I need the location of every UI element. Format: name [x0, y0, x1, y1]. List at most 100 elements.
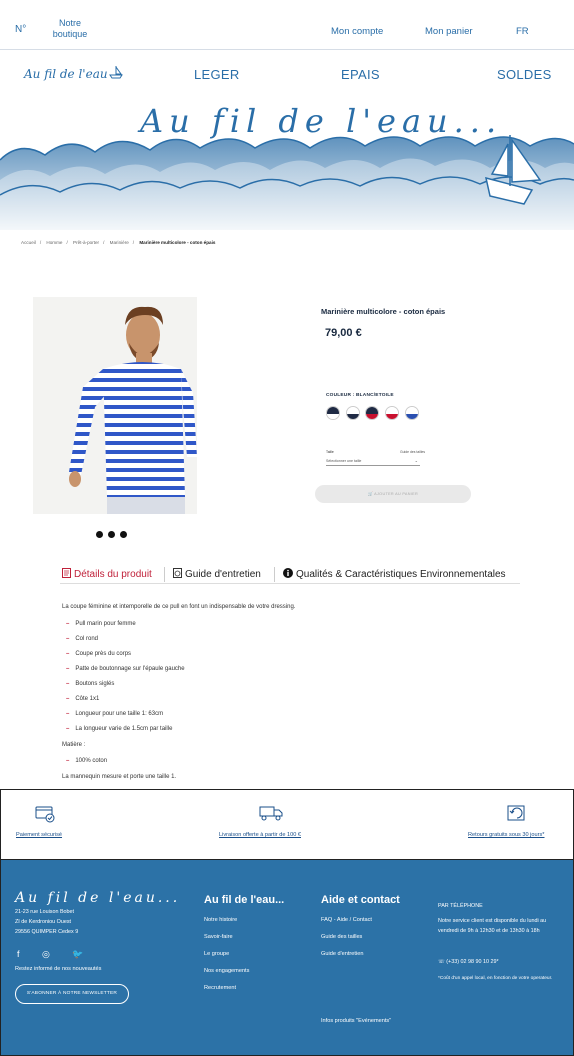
color-swatch[interactable] [326, 406, 340, 420]
size-label: Taille [326, 450, 334, 454]
swatch-bottom [406, 414, 418, 419]
description-bullet: Coupe près du corps [66, 651, 131, 657]
info-icon [283, 568, 293, 581]
product-title: Marinière multicolore - coton épais [321, 307, 446, 316]
boat-icon [109, 66, 123, 79]
color-swatch[interactable] [405, 406, 419, 420]
carousel-dot[interactable] [108, 531, 115, 538]
material-value: 100% coton [66, 758, 107, 764]
waves-illustration [0, 135, 574, 230]
tab-environment[interactable]: Qualités & Caractéristiques Environnemen… [283, 568, 506, 581]
secure-payment-icon [35, 805, 55, 828]
breadcrumb-pret-a-porter[interactable]: Prêt-à-porter [73, 240, 99, 245]
swatch-bottom [386, 414, 398, 419]
footer-link[interactable]: Nos engagements [204, 968, 249, 974]
product-tabs: Détails du produit Guide d'entretien Qua… [60, 566, 520, 584]
breadcrumb-mariniere[interactable]: Marinière [110, 240, 129, 245]
cart-link[interactable]: Mon panier [425, 26, 473, 37]
tab-details[interactable]: Détails du produit [62, 568, 152, 581]
breadcrumb-home[interactable]: Accueil [21, 240, 36, 245]
account-link[interactable]: Mon compte [331, 26, 383, 37]
footer-link[interactable]: Guide des tailles [321, 934, 362, 940]
address-line: ZI de Kerdroniou Ouest [15, 919, 72, 925]
document-icon [62, 568, 71, 581]
store-link[interactable]: Notre boutique [50, 18, 90, 40]
phone-icon: ☏ [438, 959, 447, 965]
phone-number-row[interactable]: ☏ (+33) 02 98 90 10 29* [438, 958, 499, 968]
image-carousel-dots [96, 525, 132, 543]
description-bullet: Longueur pour une taille 1: 63cm [66, 711, 163, 717]
footer-link[interactable]: Notre histoire [204, 917, 237, 923]
footer-link[interactable]: Infos produits "Evénements" [321, 1018, 391, 1024]
footer-link[interactable]: Savoir-faire [204, 934, 233, 940]
footer-link[interactable]: Le groupe [204, 951, 229, 957]
nav-item-epais[interactable]: EPAIS [341, 67, 380, 82]
instagram-icon[interactable]: ◎ [42, 949, 50, 959]
description-bullet: Col rond [66, 636, 98, 642]
tab-divider [164, 567, 165, 582]
nav-item-leger[interactable]: LEGER [194, 67, 240, 82]
color-swatch[interactable] [346, 406, 360, 420]
hero-banner: Au fil de l'eau... [0, 100, 574, 230]
color-label: COULEUR : BLANC/ETOILE [326, 393, 394, 398]
service-strip: Paiement sécurisé Livraison offerte à pa… [0, 789, 574, 860]
brand-logo[interactable]: Au fil de l'eau [24, 66, 123, 81]
brand-logo-text: Au fil de l'eau [24, 67, 108, 81]
add-to-cart-button[interactable]: 🛒 AJOUTER AU PANIER [315, 485, 471, 503]
social-links: f ◎ 🐦 [17, 949, 104, 960]
twitter-icon[interactable]: 🐦 [72, 949, 83, 959]
breadcrumb-current: Marinière multicolore - coton épais [139, 240, 216, 245]
main-nav: Au fil de l'eau LEGER EPAIS SOLDES [0, 51, 574, 96]
store-number: N° [15, 24, 27, 35]
swatch-top [366, 407, 378, 414]
secure-payment-link[interactable]: Paiement sécurisé [16, 832, 62, 838]
footer-address: 21-23 rue Louison Bobet ZI de Kerdroniou… [15, 907, 78, 937]
add-to-cart-label: AJOUTER AU PANIER [374, 492, 419, 496]
swatch-bottom [327, 414, 339, 419]
carousel-dot[interactable] [96, 531, 103, 538]
footer-logo[interactable]: Au fil de l'eau... [15, 890, 180, 906]
color-swatch[interactable] [365, 406, 379, 420]
product-image[interactable] [33, 297, 197, 514]
description-bullet: Patte de boutonnage sur l'épaule gauche [66, 666, 184, 672]
description-bullet: Côte 1x1 [66, 696, 99, 702]
tab-details-label: Détails du produit [74, 569, 152, 580]
swatch-top [386, 407, 398, 414]
top-bar: N° Notre boutique Mon compte Mon panier … [0, 0, 574, 50]
language-selector[interactable]: FR [516, 26, 529, 37]
description-bullet: La longueur varie de 1.5cm par taille [66, 726, 172, 732]
address-line: 21-23 rue Louison Bobet [15, 909, 75, 915]
color-swatch[interactable] [385, 406, 399, 420]
carousel-dot[interactable] [120, 531, 127, 538]
tab-divider [274, 567, 275, 582]
swatch-top [327, 407, 339, 414]
phone-title: PAR TÉLÉPHONE [438, 903, 483, 909]
product-price: 79,00 € [325, 327, 362, 339]
description-bullet: Pull marin pour femme [66, 621, 135, 627]
free-returns-link[interactable]: Retours gratuits sous 30 jours* [468, 832, 545, 838]
breadcrumb: Accueil / Homme / Prêt-à-porter / Marinière… [21, 240, 216, 245]
delivery-truck-icon [259, 805, 283, 826]
description-bullet: Boutons siglés [66, 681, 114, 687]
swatch-top [347, 407, 359, 414]
size-select[interactable]: Sélectionner une taille ⌄ [326, 456, 420, 466]
facebook-icon[interactable]: f [17, 949, 20, 959]
phone-note: *Coût d'un appel local, en fonction de v… [438, 976, 553, 981]
breadcrumb-homme[interactable]: Homme [46, 240, 62, 245]
phone-hours: Notre service client est disponible du l… [438, 918, 547, 934]
footer-link[interactable]: Recrutement [204, 985, 236, 991]
free-delivery-link[interactable]: Livraison offerte à partir de 100 € [219, 832, 301, 838]
footer-col2-title: Aide et contact [321, 894, 400, 906]
size-guide-link[interactable]: Guide des tailles [400, 450, 425, 454]
phone-number: (+33) 02 98 90 10 29* [446, 959, 499, 965]
swatch-bottom [347, 414, 359, 419]
nav-item-soldes[interactable]: SOLDES [497, 67, 552, 82]
swatch-top [406, 407, 418, 414]
tab-care[interactable]: Guide d'entretien [173, 568, 261, 581]
size-select-placeholder: Sélectionner une taille [326, 459, 362, 463]
newsletter-button[interactable]: S'ABONNER À NOTRE NEWSLETTER [15, 984, 129, 1004]
footer-link[interactable]: Guide d'entretien [321, 951, 363, 957]
footer-col1-title: Au fil de l'eau... [204, 894, 285, 906]
material-label: Matière : [62, 742, 86, 748]
footer-link[interactable]: FAQ - Aide / Contact [321, 917, 372, 923]
